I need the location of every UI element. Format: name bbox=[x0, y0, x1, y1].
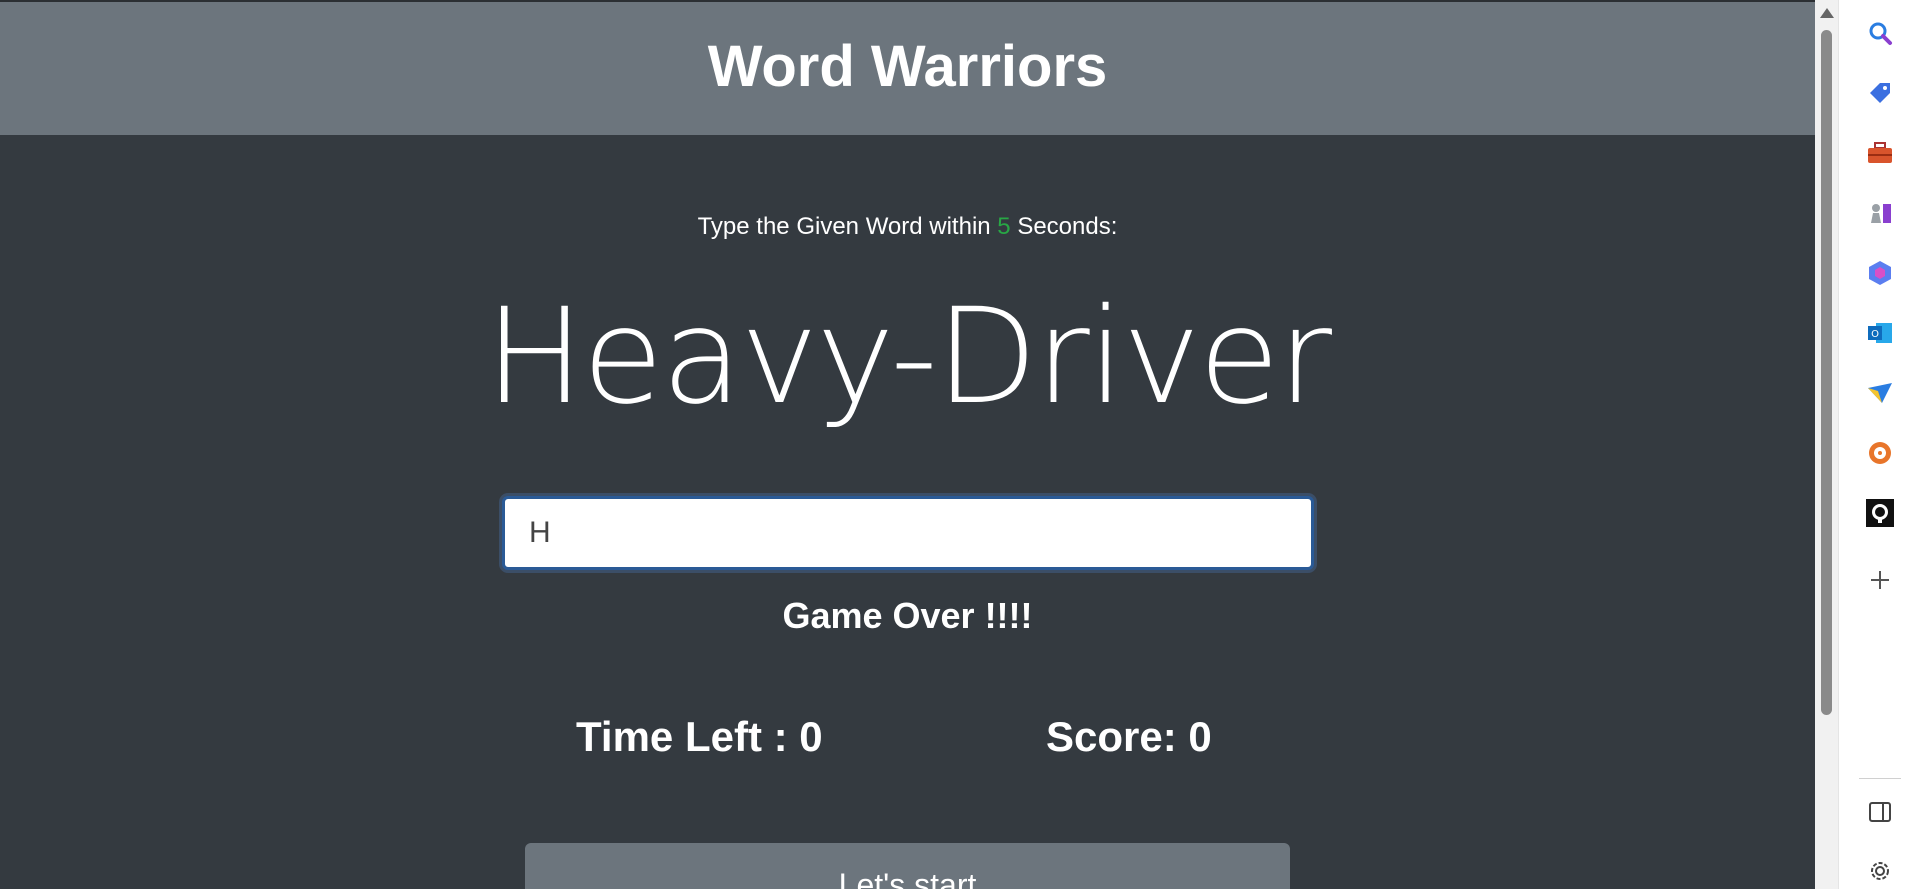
sidebar-divider bbox=[1859, 778, 1901, 779]
score: Score: 0 bbox=[1046, 713, 1212, 760]
instruction-prefix: Type the Given Word within bbox=[697, 213, 991, 240]
status-message: Game Over !!!! bbox=[782, 595, 1033, 636]
time-left: Time Left : 0 bbox=[576, 713, 823, 760]
start-button[interactable]: Let's start bbox=[525, 843, 1290, 889]
header-bar: Word Warriors bbox=[0, 0, 1815, 135]
games-icon[interactable] bbox=[1865, 198, 1895, 228]
copilot-icon[interactable] bbox=[1865, 258, 1895, 288]
settings-icon[interactable] bbox=[1865, 856, 1895, 886]
browser-sidebar: O bbox=[1838, 0, 1920, 889]
tag-icon[interactable] bbox=[1865, 78, 1895, 108]
instruction-text: Type the Given Word within 5 Seconds: bbox=[0, 212, 1815, 242]
current-word: Heavy-Driver bbox=[484, 280, 1332, 434]
compass-icon[interactable] bbox=[1865, 438, 1895, 468]
scroll-thumb[interactable] bbox=[1821, 30, 1832, 715]
add-icon[interactable] bbox=[1865, 565, 1895, 595]
game-page: Word Warriors Type the Given Word within… bbox=[0, 0, 1815, 889]
outlook-icon[interactable]: O bbox=[1865, 318, 1895, 348]
seconds-value: 5 bbox=[997, 213, 1011, 240]
sidebar-toggle-icon[interactable] bbox=[1865, 797, 1895, 827]
page-scrollbar[interactable] bbox=[1815, 0, 1838, 889]
search-icon[interactable] bbox=[1865, 18, 1895, 48]
word-input[interactable]: H bbox=[502, 496, 1314, 570]
scroll-up-arrow[interactable] bbox=[1820, 8, 1834, 18]
app-title: Word Warriors bbox=[707, 34, 1108, 99]
github-icon[interactable] bbox=[1865, 498, 1895, 528]
toolbox-icon[interactable] bbox=[1865, 138, 1895, 168]
instruction-suffix: Seconds: bbox=[1017, 213, 1118, 240]
send-icon[interactable] bbox=[1865, 378, 1895, 408]
svg-text:O: O bbox=[1871, 329, 1879, 340]
